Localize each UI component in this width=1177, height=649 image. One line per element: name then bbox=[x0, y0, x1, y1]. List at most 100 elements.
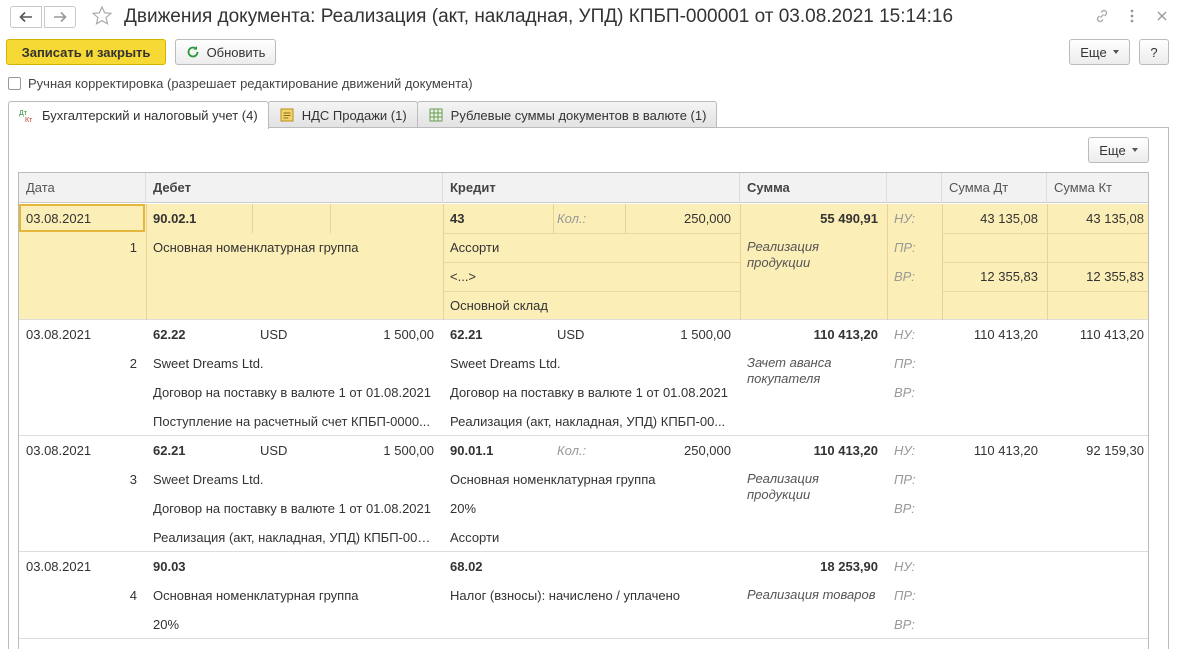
record-number: 1 bbox=[129, 240, 137, 255]
credit-account: 62.21 bbox=[450, 327, 483, 342]
forward-button[interactable] bbox=[44, 6, 76, 28]
col-sum-dt[interactable]: Сумма Дт bbox=[942, 173, 1047, 203]
vr-label: ВР: bbox=[894, 501, 915, 516]
record-date: 03.08.2021 bbox=[26, 443, 92, 458]
manual-edit-checkbox[interactable] bbox=[8, 77, 21, 90]
credit-qty-label: Кол.: bbox=[557, 211, 587, 226]
journal-icon bbox=[279, 108, 295, 122]
col-debit[interactable]: Дебет bbox=[146, 173, 443, 203]
arrow-left-icon bbox=[19, 11, 32, 23]
dt-kt-icon: Дт Кт bbox=[19, 109, 35, 123]
col-date[interactable]: Дата bbox=[19, 173, 146, 203]
nu-label: НУ: bbox=[894, 443, 916, 458]
window-title: Движения документа: Реализация (акт, нак… bbox=[124, 6, 954, 27]
grid-more-button[interactable]: Еще bbox=[1088, 137, 1149, 163]
record-date: 03.08.2021 bbox=[26, 559, 92, 574]
subcell-divider bbox=[625, 204, 626, 233]
debit-subconto: Договор на поставку в валюте 1 от 01.08.… bbox=[153, 501, 432, 516]
nu-sum-dt: 43 135,08 bbox=[980, 211, 1038, 226]
debit-currency bbox=[260, 204, 330, 233]
refresh-label: Обновить bbox=[206, 44, 266, 60]
nu-label: НУ: bbox=[894, 211, 916, 226]
debit-subconto: 20% bbox=[153, 617, 180, 632]
table-row[interactable]: 03.08.2021 2 62.22 USD 1 500,00 Sweet Dreams … bbox=[19, 320, 1148, 436]
tab-vat-sales[interactable]: НДС Продажи (1) bbox=[267, 101, 418, 128]
record-description: Реализация продукции bbox=[747, 471, 819, 502]
nu-sum-dt: 110 413,20 bbox=[973, 327, 1038, 342]
credit-amount: 250,000 bbox=[684, 443, 731, 458]
debit-amount: 1 500,00 bbox=[383, 327, 434, 342]
pr-label: ПР: bbox=[894, 588, 916, 603]
tab-accounting[interactable]: Дт Кт Бухгалтерский и налоговый учет (4) bbox=[8, 101, 269, 129]
debit-subconto: Реализация (акт, накладная, УПД) КПБП-00… bbox=[153, 530, 435, 545]
close-icon[interactable] bbox=[1154, 8, 1170, 24]
credit-amount bbox=[633, 552, 731, 581]
star-icon[interactable] bbox=[91, 5, 113, 27]
debit-currency: USD bbox=[260, 327, 288, 342]
debit-subconto bbox=[153, 262, 435, 291]
credit-qty-label: Кол.: bbox=[557, 443, 587, 458]
record-sum: 55 490,91 bbox=[820, 211, 878, 226]
vr-label: ВР: bbox=[894, 269, 915, 284]
column-divider bbox=[887, 204, 888, 320]
credit-account: 43 bbox=[450, 211, 465, 226]
credit-subconto: Ассорти bbox=[450, 530, 500, 545]
tab-accounting-label: Бухгалтерский и налоговый учет (4) bbox=[42, 108, 258, 123]
svg-text:Кт: Кт bbox=[25, 117, 33, 123]
debit-amount bbox=[339, 204, 434, 233]
credit-account: 68.02 bbox=[450, 559, 483, 574]
back-button[interactable] bbox=[10, 6, 42, 28]
col-credit[interactable]: Кредит bbox=[443, 173, 740, 203]
credit-amount: 250,000 bbox=[684, 211, 731, 226]
help-button[interactable]: ? bbox=[1139, 39, 1169, 65]
debit-account: 90.03 bbox=[153, 559, 186, 574]
col-sum-kt[interactable]: Сумма Кт bbox=[1047, 173, 1148, 203]
col-type[interactable] bbox=[887, 173, 942, 203]
nu-sum-kt: 43 135,08 bbox=[1086, 211, 1144, 226]
nu-sum-dt bbox=[942, 552, 1038, 581]
save-and-close-button[interactable]: Записать и закрыть bbox=[6, 39, 166, 65]
more-button[interactable]: Еще bbox=[1069, 39, 1130, 65]
debit-account: 90.02.1 bbox=[153, 211, 197, 226]
debit-subconto: Sweet Dreams Ltd. bbox=[153, 356, 264, 371]
record-description: Реализация товаров bbox=[747, 587, 876, 602]
credit-qty-label bbox=[557, 552, 625, 581]
credit-account: 90.01.1 bbox=[450, 443, 494, 458]
vr-sum-kt: 12 355,83 bbox=[1086, 269, 1144, 284]
pr-sum-kt bbox=[1047, 581, 1144, 610]
col-sum[interactable]: Сумма bbox=[740, 173, 887, 203]
nu-sum-kt bbox=[1047, 552, 1144, 581]
table-row[interactable]: 03.08.2021 3 62.21 USD 1 500,00 Sweet Dreams … bbox=[19, 436, 1148, 552]
refresh-icon bbox=[187, 46, 198, 58]
pr-sum-dt bbox=[942, 465, 1038, 494]
debit-subconto: Поступление на расчетный счет КПБП-0000.… bbox=[153, 414, 430, 429]
vr-sum-kt bbox=[1047, 378, 1144, 407]
title-bar: Движения документа: Реализация (акт, нак… bbox=[0, 0, 1177, 36]
subrow-divider bbox=[942, 291, 1148, 292]
link-icon[interactable] bbox=[1094, 8, 1110, 24]
table-row[interactable]: 03.08.2021 1 90.02.1 Основная номенклатурна… bbox=[19, 204, 1148, 320]
nu-sum-dt: 110 413,20 bbox=[973, 443, 1038, 458]
debit-subconto: Договор на поставку в валюте 1 от 01.08.… bbox=[153, 385, 432, 400]
record-sum: 18 253,90 bbox=[820, 559, 878, 574]
pr-sum-dt bbox=[942, 233, 1038, 262]
chevron-down-icon bbox=[1112, 50, 1119, 54]
more-label: Еще bbox=[1080, 44, 1107, 60]
tab-ruble-sums[interactable]: Рублевые суммы документов в валюте (1) bbox=[416, 101, 718, 128]
table-icon bbox=[428, 108, 444, 122]
table-row[interactable]: 03.08.2021 4 90.03 Основная номенклатурная … bbox=[19, 552, 1148, 639]
vr-sum-dt bbox=[942, 610, 1038, 639]
nu-label: НУ: bbox=[894, 559, 916, 574]
credit-subconto: Основная номенклатурная группа bbox=[450, 472, 656, 487]
debit-account: 62.21 bbox=[153, 443, 186, 458]
debit-subconto bbox=[153, 291, 435, 320]
debit-amount: 1 500,00 bbox=[383, 443, 434, 458]
vr-sum-kt bbox=[1047, 494, 1144, 523]
refresh-button[interactable]: Обновить bbox=[175, 39, 276, 65]
debit-subconto bbox=[153, 639, 435, 649]
arrow-right-icon bbox=[54, 11, 67, 23]
pr-sum-kt bbox=[1047, 349, 1144, 378]
record-sum: 110 413,20 bbox=[813, 443, 878, 458]
tab-strip: Дт Кт Бухгалтерский и налоговый учет (4) … bbox=[8, 101, 718, 129]
more-vertical-icon[interactable] bbox=[1124, 8, 1140, 24]
